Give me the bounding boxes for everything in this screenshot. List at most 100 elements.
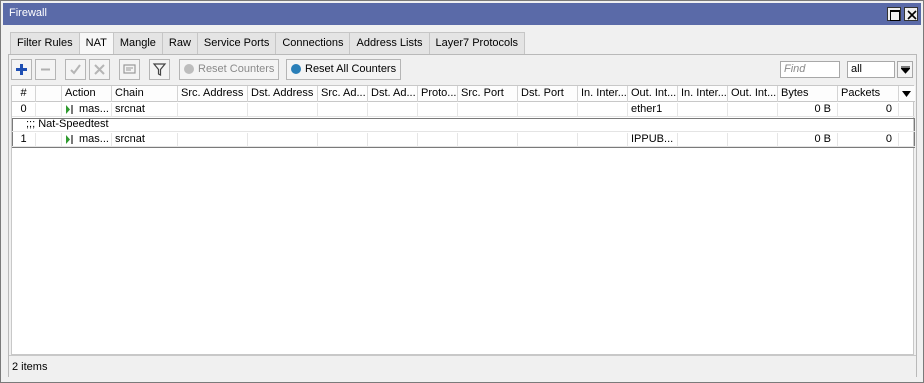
row-src-address [178,133,248,147]
row-in-interface [578,103,628,117]
row-in-interface [578,133,628,147]
column-menu-button[interactable] [899,86,914,102]
filter-icon [152,63,167,76]
table-row[interactable]: 0 mas... srcnat ether1 0 B 0 [12,103,915,117]
row-out-interface-list [728,103,778,117]
column-header-dst-address-list[interactable]: Dst. Ad... [368,86,418,102]
tab-connections[interactable]: Connections [275,32,351,54]
row-flags [36,103,62,117]
add-icon [16,64,27,75]
row-protocol [418,103,458,117]
row-in-interface-list [678,103,728,117]
row-dst-address-list [368,103,418,117]
column-header-protocol[interactable]: Proto... [418,86,458,102]
add-button[interactable] [11,59,32,80]
comment-icon [123,64,136,74]
column-header-chain[interactable]: Chain [112,86,178,102]
column-header-out-interface[interactable]: Out. Int... [628,86,678,102]
column-header-flags[interactable] [36,86,62,102]
column-header-dst-address[interactable]: Dst. Address [248,86,318,102]
filter-button[interactable] [149,59,170,80]
reset-all-counters-button[interactable]: Reset All Counters [286,59,401,80]
tab-layer7-protocols[interactable]: Layer7 Protocols [428,32,526,54]
column-header-out-interface-list[interactable]: Out. Int... [728,86,778,102]
column-header-packets[interactable]: Packets [838,86,899,102]
row-bytes: 0 B [778,133,838,147]
row-dst-port [518,133,578,147]
row-out-interface: ether1 [628,103,678,117]
row-src-address-list [318,133,368,147]
reset-all-counters-icon [291,64,301,74]
tab-address-lists[interactable]: Address Lists [349,32,430,54]
title-bar[interactable]: Firewall [3,3,921,25]
tab-nat[interactable]: NAT [78,32,114,55]
row-action: mas... [62,103,112,117]
column-header-dst-port[interactable]: Dst. Port [518,86,578,102]
tab-bar: Filter Rules NAT Mangle Raw Service Port… [10,32,526,55]
row-chain: srcnat [112,133,178,147]
row-number: 0 [12,103,36,117]
column-header-bytes[interactable]: Bytes [778,86,838,102]
column-header-src-port[interactable]: Src. Port [458,86,518,102]
remove-icon [41,68,50,71]
table-row[interactable]: 1 mas... srcnat IPPUB... 0 B 0 [12,133,915,147]
action-icon [66,105,73,114]
column-header-in-interface[interactable]: In. Inter... [578,86,628,102]
row-bytes: 0 B [778,103,838,117]
row-out-interface: IPPUB... [628,133,678,147]
tab-raw[interactable]: Raw [161,32,198,54]
reset-counters-button[interactable]: Reset Counters [179,59,279,80]
chevron-down-icon [901,66,910,74]
nat-rules-table: # Action Chain Src. Address Dst. Address… [11,85,915,355]
column-header-number[interactable]: # [12,86,36,102]
row-packets: 0 [838,133,899,147]
window-title: Firewall [9,7,47,19]
row-packets: 0 [838,103,899,117]
disable-icon [94,64,105,75]
row-out-interface-list [728,133,778,147]
row-in-interface-list [678,133,728,147]
comment-button[interactable] [119,59,140,80]
close-icon [907,10,917,20]
close-button[interactable] [904,7,918,21]
row-chain: srcnat [112,103,178,117]
chevron-down-icon [902,91,911,97]
row-src-address-list [318,103,368,117]
column-header-src-address[interactable]: Src. Address [178,86,248,102]
item-count: 2 items [12,361,48,373]
column-header-in-interface-list[interactable]: In. Inter... [678,86,728,102]
maximize-button[interactable] [887,7,901,21]
tab-filter-rules[interactable]: Filter Rules [10,32,80,54]
tab-service-ports[interactable]: Service Ports [196,32,277,54]
row-dst-port [518,103,578,117]
table-header: # Action Chain Src. Address Dst. Address… [12,86,915,102]
row-number: 1 [12,133,36,147]
row-src-address [178,103,248,117]
row-action-label: mas... [79,103,109,115]
firewall-window: Firewall Filter Rules NAT Mangle Raw Ser… [0,0,924,383]
column-header-src-address-list[interactable]: Src. Ad... [318,86,368,102]
row-src-port [458,103,518,117]
disable-button[interactable] [89,59,110,80]
remove-button[interactable] [35,59,56,80]
find-input[interactable]: Find [780,61,840,78]
row-action-label: mas... [79,133,109,145]
rule-comment[interactable]: ;;; Nat-Speedtest [12,118,915,132]
status-bar: 2 items [9,355,916,377]
row-dst-address-list [368,133,418,147]
nat-panel: Reset Counters Reset All Counters Find a… [8,54,917,377]
enable-button[interactable] [65,59,86,80]
row-dst-address [248,103,318,117]
action-icon [66,135,73,144]
column-header-action[interactable]: Action [62,86,112,102]
reset-counters-label: Reset Counters [198,63,275,75]
enable-icon [70,64,81,75]
row-protocol [418,133,458,147]
row-action: mas... [62,133,112,147]
row-flags [36,133,62,147]
scope-select[interactable]: all [847,61,895,78]
scope-dropdown-button[interactable] [897,61,913,78]
reset-all-counters-label: Reset All Counters [305,63,397,75]
tab-mangle[interactable]: Mangle [112,32,163,54]
row-dst-address [248,133,318,147]
